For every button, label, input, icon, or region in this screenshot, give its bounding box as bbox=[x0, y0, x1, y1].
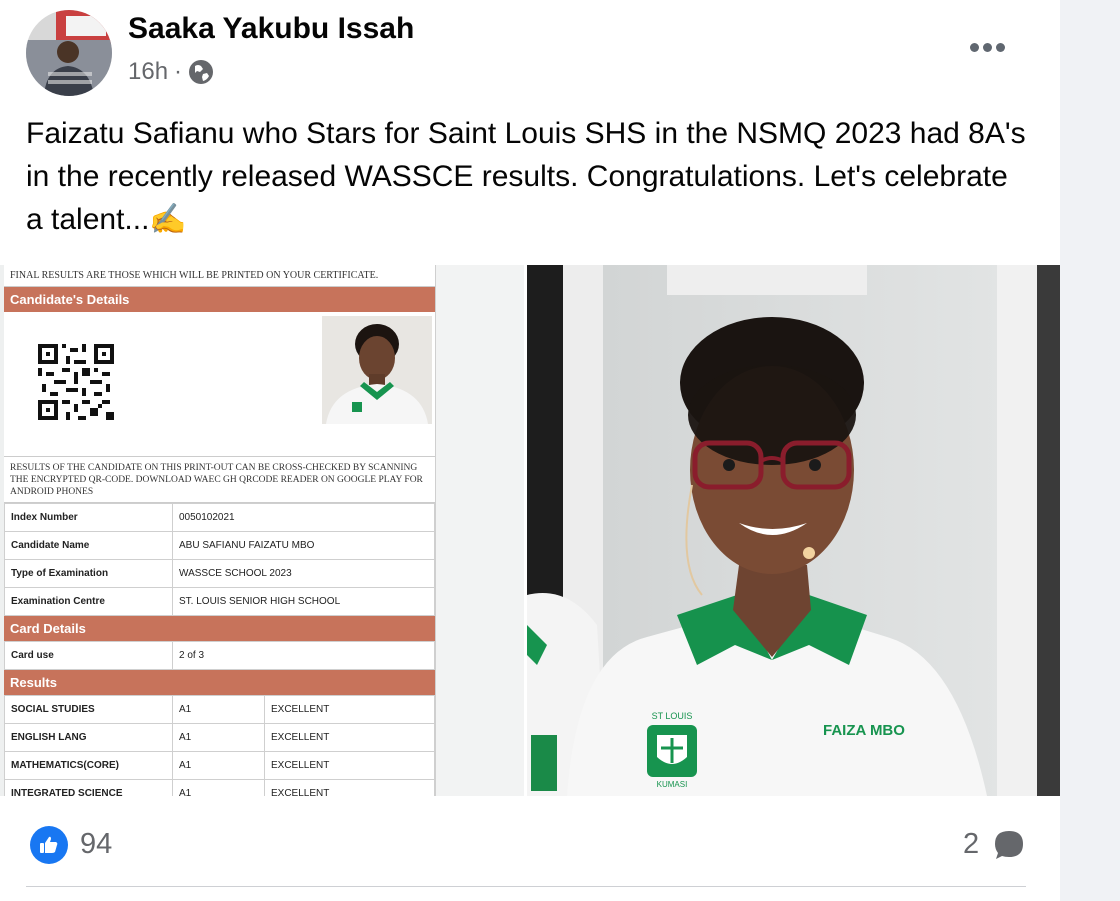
detail-value: 0050102021 bbox=[172, 503, 435, 532]
detail-label: Type of Examination bbox=[4, 559, 173, 588]
card-details-table: Card use 2 of 3 bbox=[4, 641, 435, 670]
post-caption: Faizatu Safianu who Stars for Saint Loui… bbox=[26, 117, 1026, 236]
subject-grade: A1 bbox=[172, 723, 265, 752]
detail-value: WASSCE SCHOOL 2023 bbox=[172, 559, 435, 588]
post-meta: 16h · bbox=[128, 58, 214, 86]
badge-city: KUMASI bbox=[657, 780, 688, 789]
subject-name: MATHEMATICS(CORE) bbox=[4, 751, 173, 780]
table-row: ENGLISH LANG A1 EXCELLENT bbox=[4, 723, 435, 752]
results-table: SOCIAL STUDIES A1 EXCELLENT ENGLISH LANG… bbox=[4, 695, 435, 796]
candidate-portrait bbox=[322, 316, 432, 424]
card-label: Card use bbox=[4, 641, 173, 670]
table-row: Card use 2 of 3 bbox=[4, 641, 435, 670]
candidate-details-box bbox=[4, 312, 435, 457]
candidate-details-table: Index Number 0050102021 Candidate Name A… bbox=[4, 503, 435, 616]
meta-separator: · bbox=[174, 58, 183, 85]
candidate-photo bbox=[322, 316, 432, 424]
detail-label: Examination Centre bbox=[4, 587, 173, 616]
subject-remark: EXCELLENT bbox=[264, 751, 435, 780]
subject-grade: A1 bbox=[172, 779, 265, 796]
table-row: Examination Centre ST. LOUIS SENIOR HIGH… bbox=[4, 587, 435, 616]
results-header: Results bbox=[4, 670, 435, 695]
candidate-details-header: Candidate's Details bbox=[4, 287, 435, 312]
detail-value: ST. LOUIS SENIOR HIGH SCHOOL bbox=[172, 587, 435, 616]
footer-divider bbox=[26, 886, 1026, 887]
feed-gutter bbox=[1060, 0, 1120, 901]
shirt-name-tag: FAIZA MBO bbox=[823, 722, 905, 739]
facebook-post: Saaka Yakubu Issah 16h · Faizatu Safianu… bbox=[0, 0, 1060, 901]
table-row: Candidate Name ABU SAFIANU FAIZATU MBO bbox=[4, 531, 435, 560]
qr-code-icon bbox=[38, 344, 114, 420]
comment-icon[interactable] bbox=[992, 828, 1026, 862]
table-row: Type of Examination WASSCE SCHOOL 2023 bbox=[4, 559, 435, 588]
card-details-header: Card Details bbox=[4, 616, 435, 641]
card-value: 2 of 3 bbox=[172, 641, 435, 670]
subject-grade: A1 bbox=[172, 751, 265, 780]
subject-remark: EXCELLENT bbox=[264, 695, 435, 724]
table-row: Index Number 0050102021 bbox=[4, 503, 435, 532]
table-row: MATHEMATICS(CORE) A1 EXCELLENT bbox=[4, 751, 435, 780]
table-row: SOCIAL STUDIES A1 EXCELLENT bbox=[4, 695, 435, 724]
post-timestamp[interactable]: 16h bbox=[128, 58, 168, 86]
student-photo: ST LOUIS KUMASI FAIZA MBO bbox=[527, 265, 1060, 796]
result-slip-document: FINAL RESULTS ARE THOSE WHICH WILL BE PR… bbox=[4, 265, 436, 796]
subject-name: INTEGRATED SCIENCE bbox=[4, 779, 173, 796]
qr-verification-note: RESULTS OF THE CANDIDATE ON THIS PRINT-O… bbox=[4, 457, 435, 503]
like-reaction-icon[interactable] bbox=[30, 826, 68, 864]
author-name[interactable]: Saaka Yakubu Issah bbox=[128, 12, 414, 46]
slip-top-note: FINAL RESULTS ARE THOSE WHICH WILL BE PR… bbox=[4, 265, 435, 287]
detail-label: Index Number bbox=[4, 503, 173, 532]
thumbs-up-icon bbox=[40, 836, 58, 853]
result-slip-image[interactable]: FINAL RESULTS ARE THOSE WHICH WILL BE PR… bbox=[0, 265, 524, 796]
comment-count[interactable]: 2 bbox=[963, 828, 979, 861]
subject-name: SOCIAL STUDIES bbox=[4, 695, 173, 724]
subject-grade: A1 bbox=[172, 695, 265, 724]
like-count[interactable]: 94 bbox=[80, 828, 112, 861]
slip-background bbox=[436, 265, 524, 796]
globe-icon[interactable] bbox=[188, 59, 214, 85]
more-options-button[interactable] bbox=[962, 32, 1012, 62]
dot-icon bbox=[995, 42, 1005, 52]
avatar-image bbox=[26, 10, 112, 96]
subject-remark: EXCELLENT bbox=[264, 723, 435, 752]
subject-name: ENGLISH LANG bbox=[4, 723, 173, 752]
student-photo-image[interactable]: ST LOUIS KUMASI FAIZA MBO bbox=[527, 265, 1060, 796]
table-row: INTEGRATED SCIENCE A1 EXCELLENT bbox=[4, 779, 435, 796]
detail-value: ABU SAFIANU FAIZATU MBO bbox=[172, 531, 435, 560]
badge-text: ST LOUIS bbox=[652, 711, 693, 721]
dot-icon bbox=[969, 42, 979, 52]
author-avatar[interactable] bbox=[26, 10, 112, 96]
dot-icon bbox=[982, 42, 992, 52]
subject-remark: EXCELLENT bbox=[264, 779, 435, 796]
detail-label: Candidate Name bbox=[4, 531, 173, 560]
